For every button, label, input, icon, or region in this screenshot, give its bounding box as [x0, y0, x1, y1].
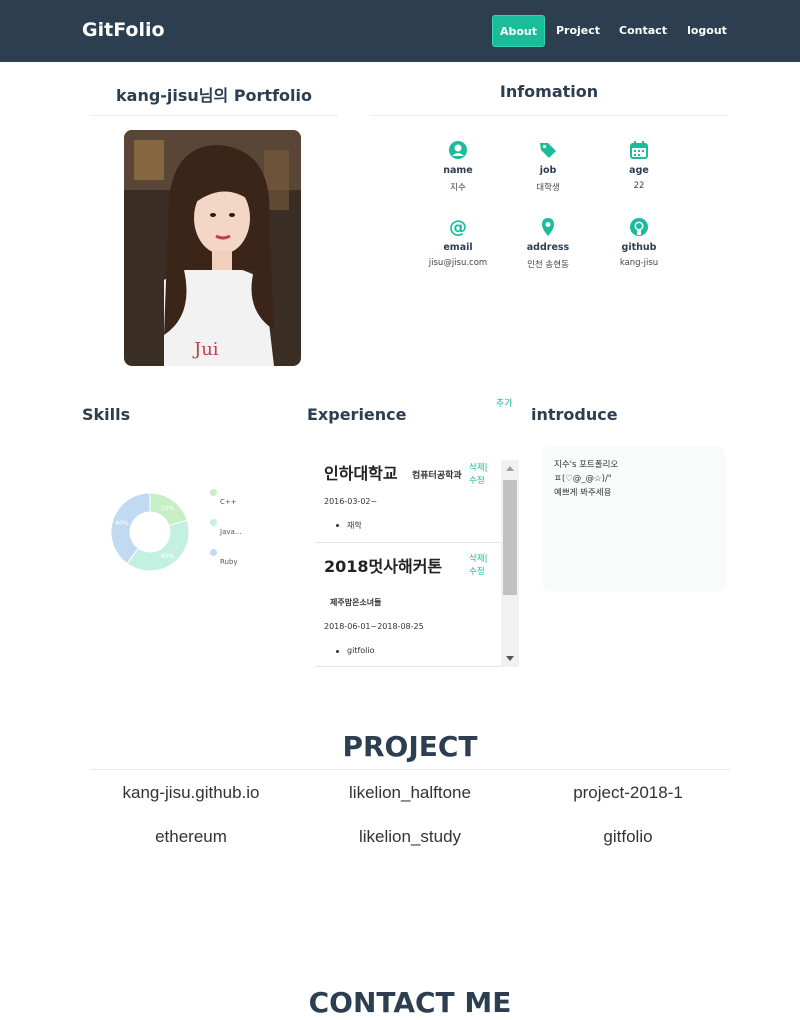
- info-value: 인천 송현동: [527, 260, 569, 270]
- experience-edit-button[interactable]: 수정: [469, 566, 485, 579]
- experience-date: 2018-06-01~2018-08-25: [324, 622, 424, 631]
- svg-text:@: @: [449, 217, 467, 237]
- svg-text:Jui: Jui: [192, 339, 219, 360]
- info-name: name 지수: [413, 140, 503, 193]
- info-label: name: [443, 165, 473, 176]
- project-link[interactable]: gitfolio: [528, 827, 728, 847]
- project-link[interactable]: project-2018-1: [528, 783, 728, 803]
- github-icon[interactable]: [629, 217, 649, 237]
- experience-divider: [315, 542, 501, 543]
- map-marker-icon: [542, 218, 554, 236]
- legend-label: Ruby: [220, 558, 238, 566]
- experience-name: 인하대학교: [324, 464, 398, 483]
- project-title: PROJECT: [342, 730, 478, 763]
- info-divider: [370, 115, 728, 116]
- legend-dot: [210, 489, 217, 496]
- experience-edit-button[interactable]: 수정: [469, 475, 485, 488]
- navbar: GitFolio About Project Contact logout: [0, 0, 800, 62]
- introduce-line: ㅍ(♡@_@☆)/": [554, 474, 612, 484]
- portfolio-divider: [90, 115, 338, 116]
- scroll-up-icon[interactable]: [506, 466, 514, 471]
- introduce-line: 예쁘게 봐주세용: [554, 488, 612, 498]
- experience-list[interactable]: 인하대학교 컴퓨터공학과 삭제| 수정 2016-03-02~ 재학 2018멋…: [315, 460, 519, 667]
- experience-date: 2016-03-02~: [324, 497, 378, 506]
- skill-slice-java: [126, 519, 190, 572]
- info-value: 22: [633, 181, 645, 191]
- project-link[interactable]: ethereum: [91, 827, 291, 847]
- experience-name: 2018멋사해커톤: [324, 557, 443, 576]
- nav-about[interactable]: About: [492, 15, 545, 47]
- legend-dot: [210, 519, 217, 526]
- nav-logout[interactable]: logout: [680, 15, 734, 47]
- nav-contact[interactable]: Contact: [614, 15, 672, 47]
- experience-delete-button[interactable]: 삭제|: [469, 553, 488, 566]
- profile-photo: Jui: [124, 130, 301, 366]
- skill-slice-label: 20%: [161, 505, 175, 512]
- experience-scrollbar[interactable]: [501, 460, 519, 667]
- info-age: age 22: [594, 140, 684, 191]
- tag-icon: [540, 143, 556, 158]
- brand-logo[interactable]: GitFolio: [82, 19, 165, 41]
- introduce-box: 지수's 포트폴리오 ㅍ(♡@_@☆)/" 예쁘게 봐주세용: [542, 446, 726, 592]
- legend-label: Java...: [220, 528, 242, 536]
- info-github: github kang-jisu: [594, 217, 684, 268]
- info-label: github: [621, 242, 657, 253]
- experience-add-link[interactable]: 추가: [496, 396, 513, 409]
- nav-project[interactable]: Project: [552, 15, 604, 47]
- bullet-icon: [336, 524, 339, 527]
- introduce-line: 지수's 포트폴리오: [554, 460, 619, 470]
- legend-dot: [210, 549, 217, 556]
- introduce-title: introduce: [531, 405, 618, 424]
- info-label: email: [443, 242, 473, 253]
- user-circle-icon: [449, 141, 467, 159]
- info-value: kang-jisu: [619, 258, 659, 268]
- info-label: job: [539, 165, 557, 176]
- info-job: job 대학생: [503, 140, 593, 193]
- scrollbar-thumb[interactable]: [503, 480, 517, 595]
- experience-detail: gitfolio: [347, 646, 375, 655]
- project-divider: [90, 769, 730, 770]
- scroll-down-icon[interactable]: [506, 656, 514, 661]
- info-label: age: [629, 165, 649, 176]
- experience-delete-button[interactable]: 삭제|: [469, 462, 488, 475]
- calendar-icon: [630, 141, 648, 159]
- project-link[interactable]: likelion_study: [310, 827, 510, 847]
- experience-detail: 재학: [347, 521, 362, 530]
- experience-divider: [315, 666, 501, 667]
- project-link[interactable]: kang-jisu.github.io: [91, 783, 291, 803]
- legend-label: C++: [220, 498, 237, 506]
- at-icon: @: [449, 217, 467, 237]
- info-label: address: [526, 242, 570, 253]
- info-value: jisu@jisu.com: [428, 258, 488, 268]
- skill-slice-label: 40%: [115, 520, 129, 527]
- experience-role: 제주맘은소녀들: [330, 598, 382, 607]
- portfolio-title: kang-jisu님의 Portfolio: [116, 86, 312, 105]
- info-title: Infomation: [499, 82, 599, 101]
- info-value: 대학생: [536, 183, 560, 193]
- bullet-icon: [336, 650, 339, 653]
- info-address: address 인천 송현동: [503, 217, 593, 270]
- skill-slice-label: 40%: [161, 553, 175, 560]
- info-value: 지수: [450, 183, 466, 193]
- experience-title: Experience: [307, 405, 407, 424]
- project-link[interactable]: likelion_halftone: [310, 783, 510, 803]
- skills-title: Skills: [82, 405, 131, 424]
- info-email: @ email jisu@jisu.com: [413, 217, 503, 268]
- experience-major: 컴퓨터공학과: [412, 471, 462, 481]
- contact-title: CONTACT ME: [308, 986, 512, 1019]
